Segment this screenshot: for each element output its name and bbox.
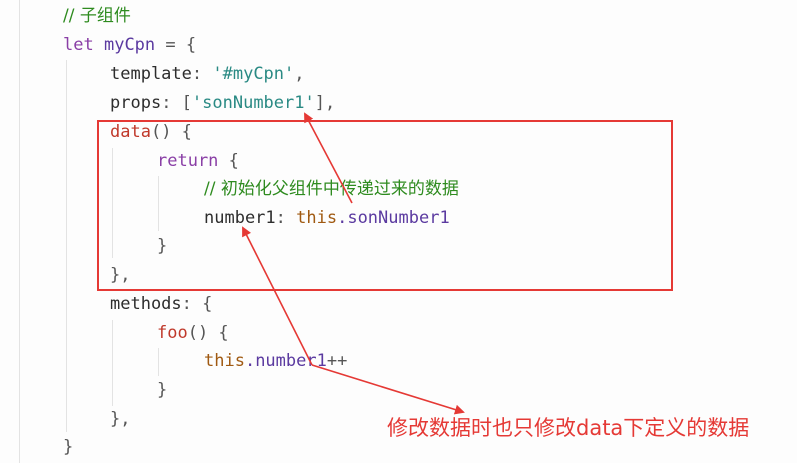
arrow-to-annotation <box>311 364 465 415</box>
annotation-text: 修改数据时也只修改data下定义的数据 <box>387 416 750 440</box>
annotation-arrows <box>242 112 465 415</box>
arrow-to-props <box>304 112 353 204</box>
arrow-to-data-number1 <box>242 226 313 366</box>
